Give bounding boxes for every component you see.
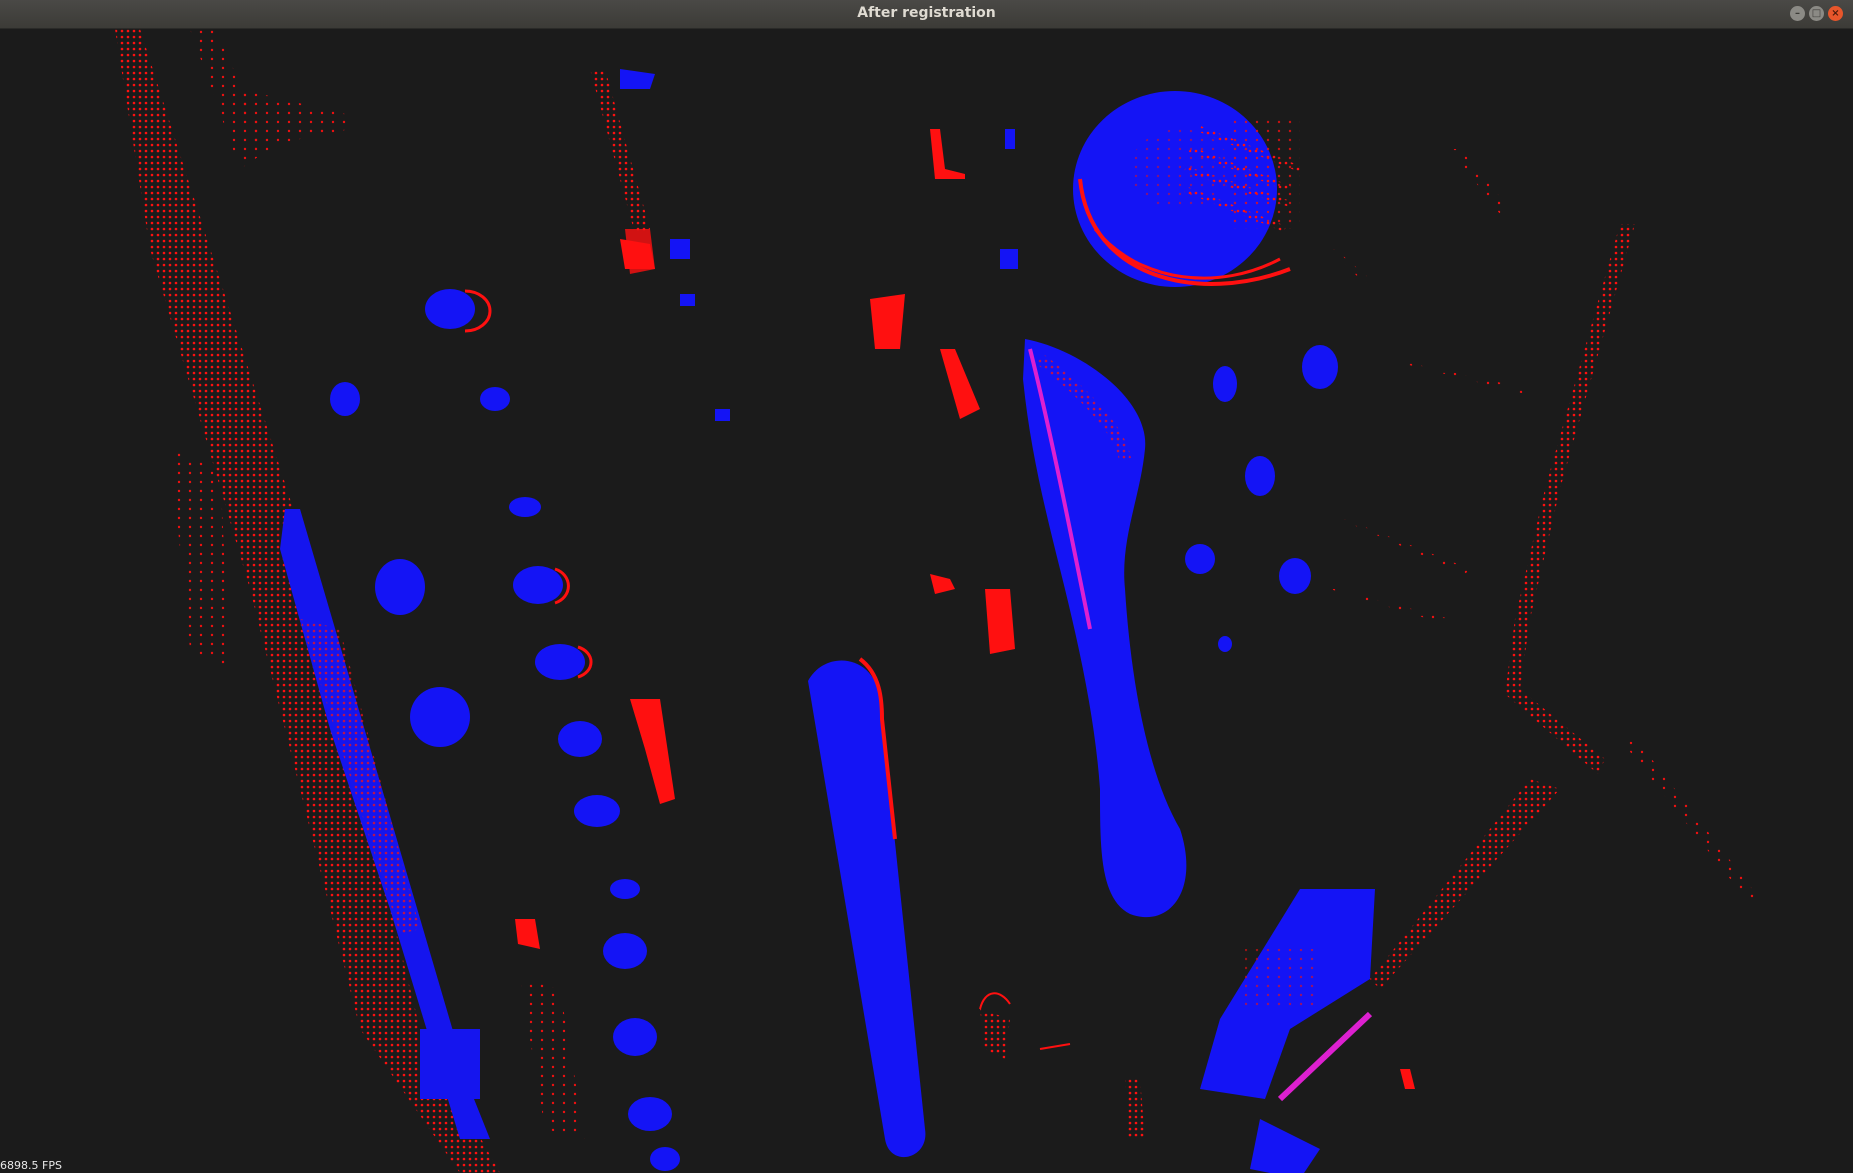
roundabout-points bbox=[1073, 91, 1302, 287]
right-road-edge-points bbox=[1330, 149, 1760, 989]
title-bar[interactable]: After registration – □ × bbox=[0, 0, 1853, 29]
scattered-object-points bbox=[515, 69, 1018, 1059]
viewer-window: After registration – □ × 6898.5 FPS bbox=[0, 0, 1853, 1173]
maximize-button[interactable]: □ bbox=[1809, 6, 1824, 21]
curved-island-points bbox=[1023, 339, 1187, 918]
window-title: After registration bbox=[857, 5, 996, 21]
left-road-edge-points bbox=[115, 29, 585, 1173]
building-points bbox=[1200, 889, 1375, 1173]
ground-fragment-points bbox=[979, 992, 1415, 1139]
point-cloud-canvas[interactable] bbox=[0, 29, 1853, 1173]
fps-counter: 6898.5 FPS bbox=[0, 1159, 62, 1172]
pole-row-points bbox=[590, 69, 675, 804]
median-strip-points bbox=[808, 657, 926, 1158]
close-button[interactable]: × bbox=[1828, 6, 1843, 21]
minimize-button[interactable]: – bbox=[1790, 6, 1805, 21]
point-cloud-viewport[interactable]: 6898.5 FPS bbox=[0, 29, 1853, 1173]
